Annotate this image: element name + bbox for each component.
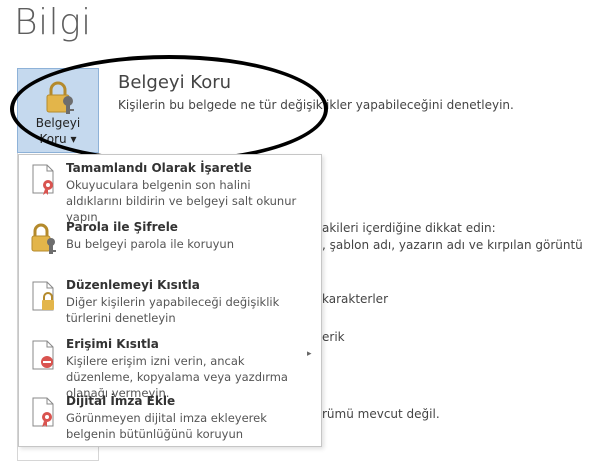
submenu-arrow-icon: ▸ — [307, 349, 312, 359]
menu-item-title: Dijital İmza Ekle — [66, 394, 176, 408]
menu-item-restrict-editing[interactable]: Düzenlemeyi Kısıtla Diğer kişilerin yapa… — [19, 276, 321, 330]
menu-item-mark-final[interactable]: Tamamlandı Olarak İşaretle Okuyuculara b… — [19, 159, 321, 224]
restricted-document-icon — [29, 339, 59, 373]
background-text-3: karakterler — [322, 292, 388, 306]
menu-item-add-digital-signature[interactable]: Dijital İmza Ekle Görünmeyen dijital imz… — [19, 392, 321, 446]
protect-button-label-line2: Koru ▾ — [39, 132, 77, 146]
lock-key-icon — [43, 81, 77, 119]
menu-item-encrypt-password[interactable]: Parola ile Şifrele Bu belgeyi parola ile… — [19, 218, 321, 266]
page-title: Bilgi — [14, 2, 92, 43]
menu-item-desc: Diğer kişilerin yapabileceği değişiklik … — [66, 295, 280, 325]
background-text-1: akileri içerdiğine dikkat edin: — [322, 221, 496, 235]
background-text-5: rümü mevcut değil. — [322, 407, 440, 421]
signature-document-icon — [29, 396, 59, 430]
ribbon-document-icon — [29, 163, 59, 197]
protect-document-dropdown: Tamamlandı Olarak İşaretle Okuyuculara b… — [18, 154, 322, 447]
menu-item-title: Tamamlandı Olarak İşaretle — [66, 161, 252, 175]
lock-key-icon — [29, 222, 59, 256]
background-text-4: erik — [322, 330, 345, 344]
section-description: Kişilerin bu belgede ne tür değişiklikle… — [118, 98, 514, 112]
menu-item-desc: Görünmeyen dijital imza ekleyerek belgen… — [66, 411, 267, 441]
menu-item-title: Parola ile Şifrele — [66, 220, 178, 234]
menu-item-restrict-access[interactable]: Erişimi Kısıtla Kişilere erişim izni ver… — [19, 335, 321, 400]
section-heading: Belgeyi Koru — [118, 72, 232, 93]
menu-item-title: Düzenlemeyi Kısıtla — [66, 278, 200, 292]
locked-document-icon — [29, 280, 59, 314]
background-text-2: , şablon adı, yazarın adı ve kırpılan gö… — [322, 238, 583, 252]
protect-button-label-line1: Belgeyi — [35, 116, 81, 130]
menu-item-desc: Bu belgeyi parola ile koruyun — [66, 237, 234, 251]
menu-item-title: Erişimi Kısıtla — [66, 337, 159, 351]
protect-document-button[interactable]: Belgeyi Koru ▾ — [17, 68, 99, 153]
